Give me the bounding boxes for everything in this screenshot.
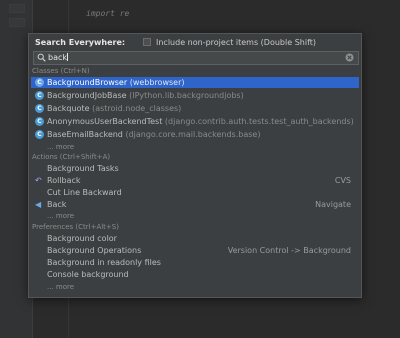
class-name: BaseEmailBackend: [47, 130, 123, 139]
action-name: Background Tasks: [47, 164, 119, 173]
action-result-row[interactable]: ↶ Rollback CVS: [31, 175, 359, 186]
class-result-row[interactable]: C AnonymousUserBackendTest (django.contr…: [31, 116, 359, 127]
preference-result-row[interactable]: Console background: [31, 269, 359, 280]
class-icon: C: [35, 91, 44, 100]
search-input[interactable]: back: [48, 53, 69, 62]
class-package: (astroid.node_classes): [92, 104, 182, 113]
preference-result-row[interactable]: Background in readonly files: [31, 257, 359, 268]
fold-marker[interactable]: [9, 4, 25, 13]
actions-section-header: Actions (Ctrl+Shift+A): [32, 153, 111, 161]
class-package: (IPython.lib.backgroundjobs): [129, 91, 244, 100]
action-result-row[interactable]: Background Tasks: [31, 163, 359, 174]
class-icon: C: [35, 78, 44, 87]
action-result-row[interactable]: ◀ Back Navigate: [31, 199, 359, 210]
preference-result-row[interactable]: Background color: [31, 233, 359, 244]
classes-section-header: Classes (Ctrl+N): [32, 67, 90, 75]
actions-more-link[interactable]: ... more: [47, 212, 74, 220]
preferences-section-header: Preferences (Ctrl+Alt+S): [32, 223, 119, 231]
class-icon: C: [35, 117, 44, 126]
code-line: import re: [86, 9, 130, 18]
class-package: (django.contrib.auth.tests.test_auth_bac…: [164, 117, 354, 126]
search-everywhere-popup: Search Everywhere: Include non-project i…: [28, 33, 362, 298]
class-result-row[interactable]: C BaseEmailBackend (django.core.mail.bac…: [31, 129, 359, 140]
class-result-row[interactable]: C Backquote (astroid.node_classes): [31, 103, 359, 114]
class-package: (webbrowser): [129, 78, 185, 87]
search-icon: [37, 53, 46, 62]
preferences-more-link[interactable]: ... more: [47, 283, 74, 291]
include-non-project-checkbox[interactable]: [143, 38, 151, 46]
action-group: CVS: [334, 176, 351, 185]
classes-more-link[interactable]: ... more: [47, 143, 74, 151]
class-result-row[interactable]: C BackgroundBrowser (webbrowser): [31, 77, 359, 88]
back-arrow-icon: ◀: [35, 200, 42, 209]
action-result-row[interactable]: Cut Line Backward: [31, 187, 359, 198]
class-name: Backquote: [47, 104, 90, 113]
preference-name: Background Operations: [47, 246, 142, 255]
popup-title: Search Everywhere:: [35, 38, 126, 47]
class-name: AnonymousUserBackendTest: [47, 117, 163, 126]
class-result-row[interactable]: C BackgroundJobBase (IPython.lib.backgro…: [31, 90, 359, 101]
search-field[interactable]: back: [33, 51, 359, 65]
action-group: Navigate: [315, 200, 351, 209]
preference-result-row[interactable]: Background Operations Version Control ->…: [31, 245, 359, 256]
clear-icon[interactable]: [345, 53, 354, 62]
preference-name: Background in readonly files: [47, 258, 161, 267]
class-icon: C: [35, 130, 44, 139]
fold-marker[interactable]: [9, 18, 25, 27]
class-name: BackgroundBrowser: [47, 78, 128, 87]
action-name: Cut Line Backward: [47, 188, 122, 197]
action-name: Rollback: [47, 176, 81, 185]
include-non-project-label[interactable]: Include non-project items (Double Shift): [156, 38, 316, 47]
action-name: Back: [47, 200, 67, 209]
class-name: BackgroundJobBase: [47, 91, 127, 100]
preference-location: Version Control -> Background: [227, 246, 351, 255]
class-package: (django.core.mail.backends.base): [125, 130, 261, 139]
rollback-icon: ↶: [35, 176, 42, 185]
popup-header: Search Everywhere: Include non-project i…: [29, 34, 361, 50]
preference-name: Background color: [47, 234, 117, 243]
preference-name: Console background: [47, 270, 129, 279]
class-icon: C: [35, 104, 44, 113]
